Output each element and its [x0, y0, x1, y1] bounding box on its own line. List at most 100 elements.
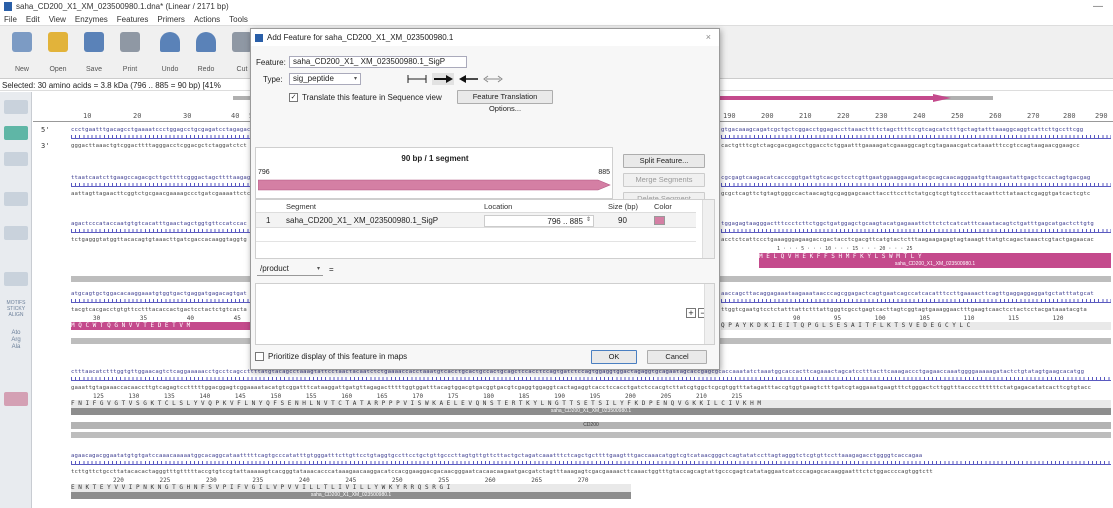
- merge-segments-button[interactable]: Merge Segments: [623, 173, 705, 187]
- qualifier-equals: =: [329, 265, 334, 274]
- new-file-icon: [12, 32, 32, 52]
- ruler-tick: 40: [231, 112, 240, 120]
- segment-arrow[interactable]: [258, 178, 612, 192]
- menu-enzymes[interactable]: Enzymes: [75, 15, 108, 24]
- translation-view-icon[interactable]: [4, 392, 28, 406]
- prioritize-row: Prioritize display of this feature in ma…: [255, 352, 407, 361]
- feature-name-input[interactable]: saha_CD200_X1_ XM_023500980.1_SigP: [289, 56, 467, 68]
- bidirectional-icon[interactable]: [483, 75, 503, 83]
- sequence-bottom-strand[interactable]: gaaattgtagaaaccacaaccttgtcagagtcctttttgg…: [71, 384, 1111, 392]
- feature-translation-options-button[interactable]: Feature Translation Options...: [457, 90, 553, 113]
- feature-track: [71, 432, 1111, 438]
- ato-label: Ato: [11, 330, 21, 336]
- tick-row: [71, 461, 1111, 465]
- sequence-top-strand[interactable]: agaacagacggaatatgtgtgatccaaacaaaaatggcac…: [71, 452, 1111, 460]
- cancel-button[interactable]: Cancel: [647, 350, 707, 364]
- translation-bar: Q P A Y K D K I E I T Q P G L S E S A I …: [721, 322, 1111, 330]
- undo-button[interactable]: Undo: [152, 30, 188, 76]
- app-icon: [4, 2, 12, 11]
- ruler-tick: 290: [1095, 112, 1108, 120]
- size-column-header: Size (bp): [608, 202, 639, 211]
- save-button[interactable]: Save: [76, 30, 112, 76]
- ok-button[interactable]: OK: [591, 350, 637, 364]
- redo-button[interactable]: Redo: [188, 30, 224, 76]
- left-tool-strip: MOTIFS STICKY ALIGN Ato Arg Ala: [0, 92, 32, 508]
- menu-view[interactable]: View: [49, 15, 66, 24]
- prioritize-label: Prioritize display of this feature in ma…: [268, 352, 408, 361]
- primers-view-icon[interactable]: [4, 226, 28, 240]
- sequence-bottom-strand[interactable]: gcgctcagttctgtagtgggccactaacagtgcgaggagc…: [721, 190, 1111, 198]
- feature-bar[interactable]: saha_CD200_X1_XM_023500980.1: [71, 492, 631, 499]
- menu-edit[interactable]: Edit: [26, 15, 40, 24]
- add-feature-dialog: Add Feature for saha_CD200_X1_XM_0235009…: [250, 28, 720, 370]
- ruler-tick: 280: [1063, 112, 1076, 120]
- minimize-button[interactable]: —: [1093, 1, 1103, 12]
- sequence-top-strand[interactable]: aaccagcttacaggagaaataagaaataacccagcggaga…: [721, 290, 1111, 298]
- tick-row: [721, 135, 1111, 139]
- sequence-top-strand[interactable]: cgcgagtcaagacatcacccggtgattgtcacgctcctcg…: [721, 174, 1111, 182]
- enzymes-view-icon[interactable]: [4, 152, 28, 166]
- aa-numbering: 125 130 135 140 145 150 155 160 165 170 …: [93, 393, 743, 400]
- qualifier-value-textarea[interactable]: + −: [255, 283, 715, 345]
- ala-label: Ala: [11, 344, 21, 350]
- add-qualifier-icon[interactable]: +: [686, 308, 696, 318]
- aa-numbering: 1 · · · 5 · · · 10 · · · 15 · · · 20 · ·…: [777, 246, 913, 252]
- table-scrollbar[interactable]: [702, 200, 714, 258]
- segment-color-swatch[interactable]: [654, 216, 665, 225]
- qualifier-select[interactable]: /product ▾: [257, 264, 323, 276]
- new-button[interactable]: New: [4, 30, 40, 76]
- reverse-direction-icon[interactable]: [459, 75, 478, 83]
- textarea-scrollbar[interactable]: [704, 284, 714, 344]
- segment-name-cell[interactable]: saha_CD200_X1_ XM_023500980.1_SigP: [286, 216, 438, 225]
- dialog-icon: [255, 33, 263, 42]
- menu-file[interactable]: File: [4, 15, 17, 24]
- translate-checkbox[interactable]: ✓: [289, 93, 298, 102]
- sequence-top-strand[interactable]: tggagagtaagggactttccctcttctggctgatggagct…: [721, 220, 1111, 228]
- translation-bar: M E L Q V H E K F F S H M F K Y L S W M …: [759, 253, 1111, 261]
- sequence-bottom-strand[interactable]: ttggtcgaatgtcctctatttattctttattgggtcgcct…: [721, 306, 1111, 314]
- map-end-label: 885: [598, 169, 610, 176]
- type-select[interactable]: sig_peptide ▾: [289, 73, 361, 85]
- table-row[interactable]: 1 saha_CD200_X1_ XM_023500980.1_SigP 796…: [256, 212, 696, 228]
- stepper-icon[interactable]: ⇕: [586, 216, 591, 223]
- no-direction-icon[interactable]: [407, 75, 427, 83]
- forward-direction-icon[interactable]: [432, 73, 454, 85]
- aa-numbering: 90 95 100 105 110 115 120: [793, 315, 1064, 322]
- ruler-tick: 200: [761, 112, 774, 120]
- tick-row: [71, 377, 1111, 381]
- overview-feature-arrow: [933, 94, 951, 102]
- sequence-top-strand[interactable]: gtgacaaagcagatcgctgctcggacctggagaccttaaa…: [721, 126, 1111, 134]
- prioritize-checkbox[interactable]: [255, 352, 264, 361]
- split-feature-button[interactable]: Split Feature...: [623, 154, 705, 168]
- dialog-title: Add Feature for saha_CD200_X1_XM_0235009…: [267, 33, 454, 42]
- window-title: saha_CD200_X1_XM_023500980.1.dna* (Linea…: [16, 2, 229, 11]
- ruler-tick: 260: [989, 112, 1002, 120]
- menu-features[interactable]: Features: [117, 15, 149, 24]
- sequence-view-icon[interactable]: [4, 126, 28, 140]
- open-button[interactable]: Open: [40, 30, 76, 76]
- close-icon[interactable]: ×: [706, 32, 711, 42]
- map-start-label: 796: [258, 169, 270, 176]
- table-row-empty: [256, 228, 696, 242]
- sequence-bottom-strand[interactable]: acctctcattccctgaaagggagaagaccgactacctcga…: [721, 236, 1111, 244]
- redo-icon: [196, 32, 216, 52]
- sequence-bottom-strand[interactable]: cactgtttcgtctagcgacgagcctggacctctggaattt…: [721, 142, 1111, 150]
- map-view-icon[interactable]: [4, 100, 28, 114]
- menubar: File Edit View Enzymes Features Primers …: [0, 13, 1113, 25]
- menu-actions[interactable]: Actions: [194, 15, 220, 24]
- dialog-titlebar: Add Feature for saha_CD200_X1_XM_0235009…: [251, 29, 719, 46]
- aa-numbering: 30 35 40 45: [93, 315, 241, 322]
- map-title: 90 bp / 1 segment: [401, 154, 469, 163]
- location-field[interactable]: 796 .. 885 ⇕: [484, 215, 594, 227]
- menu-primers[interactable]: Primers: [157, 15, 185, 24]
- print-button[interactable]: Print: [112, 30, 148, 76]
- sequence-bottom-strand[interactable]: tcttgttctgccttatacacactagggtttgtttttaccg…: [71, 468, 1111, 476]
- menu-tools[interactable]: Tools: [229, 15, 248, 24]
- history-view-icon[interactable]: [4, 272, 28, 286]
- three-prime-label: 3': [41, 142, 50, 150]
- feature-bar[interactable]: saha_CD200_X1_XM_023500980.1: [71, 408, 1111, 415]
- size-cell: 90: [618, 216, 627, 225]
- features-view-icon[interactable]: [4, 192, 28, 206]
- feature-bar[interactable]: saha_CD200_X1_XM_023500980.1: [759, 261, 1111, 268]
- cd200-feature-bar[interactable]: CD200: [71, 422, 1111, 429]
